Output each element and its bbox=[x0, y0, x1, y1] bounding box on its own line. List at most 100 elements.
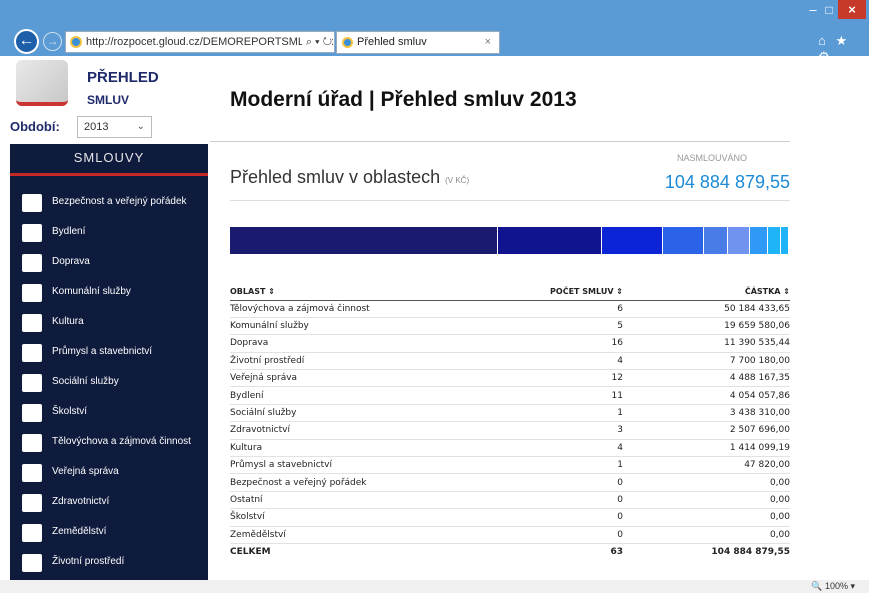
cell-castka: 2 507 696,00 bbox=[653, 421, 790, 440]
contracted-total: 104 884 879,55 bbox=[664, 172, 790, 192]
divider bbox=[210, 141, 790, 142]
share-bar-segment[interactable] bbox=[704, 227, 729, 254]
police-icon bbox=[22, 194, 42, 212]
zoom-level[interactable]: 🔍 100% ▾ bbox=[811, 580, 855, 593]
traffic-icon bbox=[22, 254, 42, 272]
cell-oblast: Ostatní bbox=[230, 491, 474, 510]
share-bar-segment[interactable] bbox=[749, 227, 769, 254]
cell-oblast: Průmysl a stavebnictví bbox=[230, 456, 474, 475]
cell-oblast: Životní prostředí bbox=[230, 352, 474, 371]
cell-castka: 50 184 433,65 bbox=[653, 300, 790, 318]
sidebar-item-label: Školství bbox=[52, 406, 88, 417]
tab-title: Přehled smluv bbox=[357, 36, 427, 48]
sidebar-item[interactable]: Průmysl a stavebnictví bbox=[10, 338, 208, 368]
sidebar-item[interactable]: Veřejná správa bbox=[10, 458, 208, 488]
zoom-value: 100% bbox=[824, 581, 848, 591]
sidebar-item-label: Průmysl a stavebnictví bbox=[52, 346, 153, 357]
logo-area: PŘEHLED SMLUV Období: 2013 ⌄ bbox=[10, 57, 208, 142]
cell-castka: 7 700 180,00 bbox=[653, 352, 790, 371]
section-title: Přehled smluv v oblastech (V KČ) bbox=[230, 167, 469, 188]
cell-castka: 0,00 bbox=[653, 526, 790, 544]
sidebar-item[interactable]: Kultura bbox=[10, 308, 208, 338]
share-bar-segment[interactable] bbox=[663, 227, 705, 254]
home-favorites-settings-icons[interactable]: ⌂ ★ ⚙ bbox=[818, 33, 869, 65]
logo-title-line2: SMLUV bbox=[87, 93, 129, 107]
column-header-oblast[interactable]: OBLAST ⇕ bbox=[230, 283, 474, 301]
cell-oblast: Zemědělství bbox=[230, 526, 474, 544]
browser-tab[interactable]: Přehled smluv × bbox=[336, 31, 500, 54]
cell-pocet: 0 bbox=[473, 508, 653, 527]
cell-oblast: Sociální služby bbox=[230, 404, 474, 423]
sidebar-item[interactable]: Zdravotnictví bbox=[10, 488, 208, 518]
address-bar[interactable]: http://rozpocet.gloud.cz/DEMOREPORTSML/i… bbox=[65, 31, 335, 53]
farm-icon bbox=[22, 524, 42, 542]
recycle-icon bbox=[22, 554, 42, 572]
sidebar-item[interactable]: Komunální služby bbox=[10, 278, 208, 308]
browser-chrome: ← → http://rozpocet.gloud.cz/DEMOREPORTS… bbox=[0, 0, 869, 64]
table-row: Průmysl a stavebnictví 1 47 820,00 bbox=[230, 456, 790, 475]
back-arrow-icon[interactable]: ← bbox=[14, 29, 39, 54]
sidebar-item-label: Životní prostředí bbox=[52, 556, 125, 567]
ie-icon bbox=[70, 36, 82, 48]
ie-icon bbox=[342, 37, 353, 48]
sidebar-item[interactable]: Doprava bbox=[10, 248, 208, 278]
cell-castka: 0,00 bbox=[653, 491, 790, 510]
share-bar-segment[interactable] bbox=[602, 227, 664, 254]
forward-arrow-icon[interactable]: → bbox=[43, 32, 62, 51]
chevron-down-icon: ⌄ bbox=[136, 121, 145, 132]
column-header-pocet[interactable]: POČET SMLUV ⇕ bbox=[473, 283, 653, 301]
cell-pocet: 4 bbox=[473, 352, 653, 371]
status-bar: 🔍 100% ▾ bbox=[0, 580, 869, 593]
cell-pocet: 4 bbox=[473, 439, 653, 458]
cell-castka: 11 390 535,44 bbox=[653, 334, 790, 353]
share-bar-segment[interactable] bbox=[728, 227, 750, 254]
cell-castka: 104 884 879,55 bbox=[653, 542, 790, 561]
minimize-icon[interactable]: – bbox=[806, 3, 820, 17]
sidebar-item-label: Komunální služby bbox=[52, 286, 131, 297]
logo-title-line1: PŘEHLED bbox=[87, 69, 159, 86]
table-total-row: CELKEM 63 104 884 879,55 bbox=[230, 542, 790, 561]
cell-pocet: 63 bbox=[473, 542, 653, 561]
share-bar bbox=[230, 227, 790, 254]
cell-oblast: Komunální služby bbox=[230, 317, 474, 336]
cell-castka: 3 438 310,00 bbox=[653, 404, 790, 423]
share-bar-segment[interactable] bbox=[768, 227, 782, 254]
share-bar-segment[interactable] bbox=[788, 227, 790, 254]
table-row: Tělovýchova a zájmová činnost 6 50 184 433… bbox=[230, 300, 790, 318]
cell-castka: 0,00 bbox=[653, 473, 790, 492]
share-bar-segment[interactable] bbox=[781, 227, 789, 254]
cell-oblast: Zdravotnictví bbox=[230, 421, 474, 440]
sidebar-item-label: Veřejná správa bbox=[52, 466, 119, 477]
share-bar-segment[interactable] bbox=[497, 227, 603, 254]
sidebar-item[interactable]: Bezpečnost a veřejný pořádek bbox=[10, 188, 208, 218]
close-icon[interactable]: × bbox=[838, 0, 866, 19]
table-header-row: OBLAST ⇕ POČET SMLUV ⇕ ČÁSTKA ⇕ bbox=[230, 283, 790, 301]
table-row: Ostatní 0 0,00 bbox=[230, 491, 790, 510]
maximize-icon[interactable]: □ bbox=[822, 3, 836, 17]
share-bar-segment[interactable] bbox=[230, 227, 498, 254]
cell-pocet: 1 bbox=[473, 404, 653, 423]
sidebar-item[interactable]: Zemědělství bbox=[10, 518, 208, 548]
address-tools-icon[interactable]: ⌕ ▾ ↻ bbox=[301, 32, 332, 52]
page-title: Moderní úřad | Přehled smluv 2013 bbox=[230, 88, 577, 111]
sidebar-item[interactable]: Tělovýchova a zájmová činnost bbox=[10, 428, 208, 458]
table-row: Veřejná správa 12 4 488 167,35 bbox=[230, 369, 790, 388]
url-text: http://rozpocet.gloud.cz/DEMOREPORTSML/i… bbox=[86, 36, 335, 48]
sidebar-item[interactable]: Bydlení bbox=[10, 218, 208, 248]
sidebar-item[interactable]: Sociální služby bbox=[10, 368, 208, 398]
section-unit: (V KČ) bbox=[445, 176, 470, 185]
table-row: Školství 0 0,00 bbox=[230, 508, 790, 527]
sidebar-item[interactable]: Školství bbox=[10, 398, 208, 428]
column-header-castka[interactable]: ČÁSTKA ⇕ bbox=[653, 283, 790, 301]
health-icon bbox=[22, 494, 42, 512]
cell-castka: 4 488 167,35 bbox=[653, 369, 790, 388]
sidebar-item-label: Bezpečnost a veřejný pořádek bbox=[52, 196, 187, 207]
cell-castka: 19 659 580,06 bbox=[653, 317, 790, 336]
mask-icon bbox=[22, 314, 42, 332]
cell-pocet: 0 bbox=[473, 526, 653, 544]
tab-close-icon[interactable]: × bbox=[485, 32, 491, 53]
sidebar-item[interactable]: Životní prostředí bbox=[10, 548, 208, 578]
table-row: Komunální služby 5 19 659 580,06 bbox=[230, 317, 790, 336]
table-row: Kultura 4 1 414 099,19 bbox=[230, 439, 790, 458]
period-select[interactable]: 2013 ⌄ bbox=[77, 116, 152, 138]
